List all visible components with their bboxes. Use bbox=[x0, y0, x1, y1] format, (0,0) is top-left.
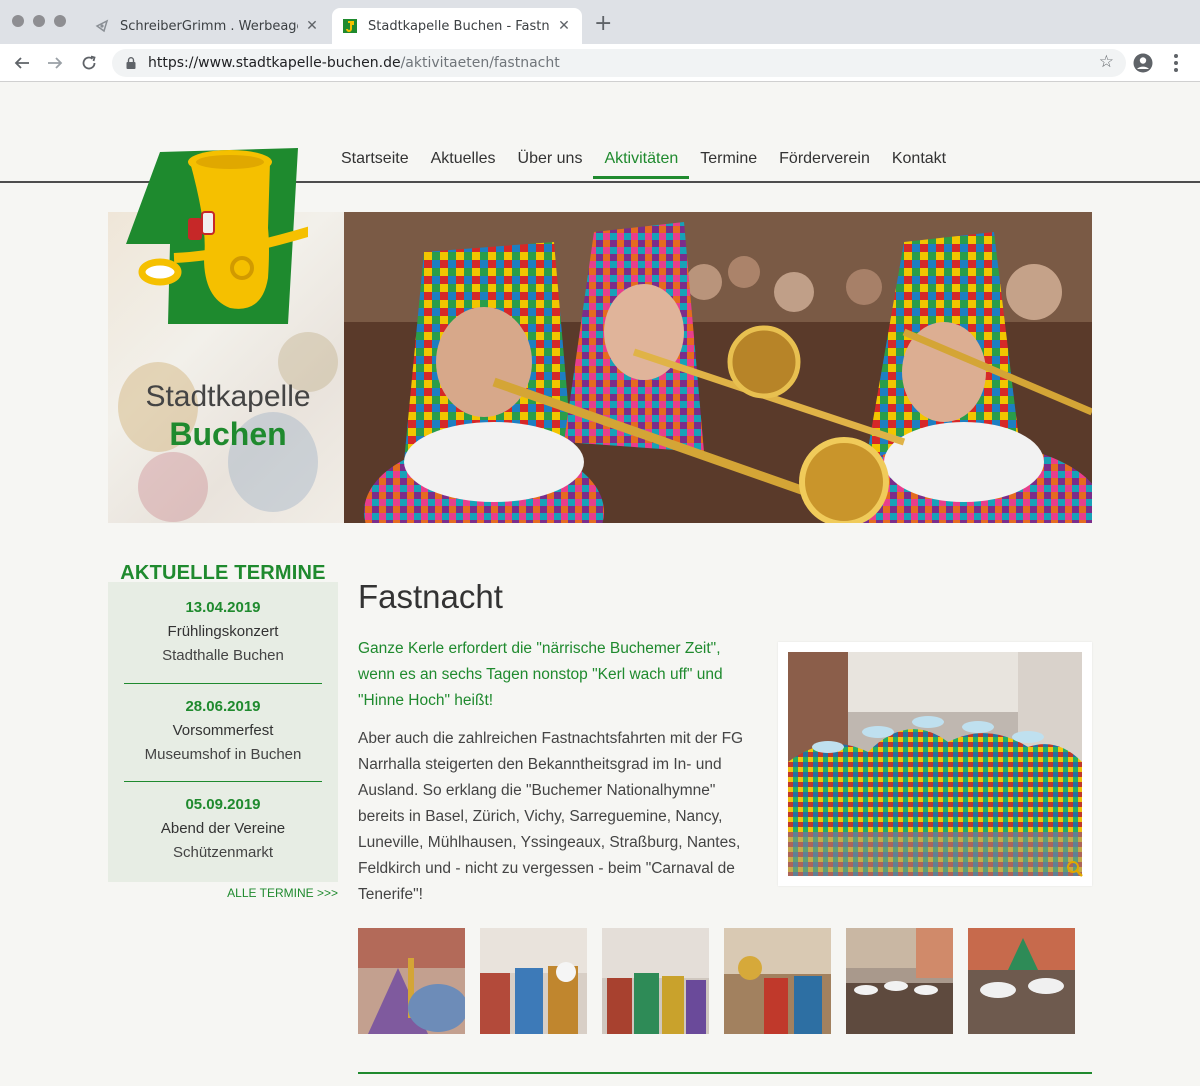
gallery-thumbnail[interactable] bbox=[480, 928, 587, 1034]
tab-schreibergrimm[interactable]: SchreiberGrimm . Werbeagentur ✕ bbox=[84, 8, 330, 44]
hero-photo bbox=[344, 212, 1092, 523]
url-path: /aktivitaeten/fastnacht bbox=[400, 55, 560, 71]
photo-gallery bbox=[358, 928, 1075, 1034]
brand-name-line2: Buchen bbox=[169, 416, 287, 452]
gallery-thumbnail[interactable] bbox=[724, 928, 831, 1034]
profile-icon[interactable] bbox=[1133, 53, 1153, 73]
event-date: 28.06.2019 bbox=[185, 698, 261, 715]
gallery-thumbnail[interactable] bbox=[602, 928, 709, 1034]
gallery-thumbnail[interactable] bbox=[846, 928, 953, 1034]
event-item[interactable]: 28.06.2019 Vorsommerfest Museumshof in B… bbox=[124, 695, 322, 767]
event-item[interactable]: 05.09.2019 Abend der Vereine Schützenmar… bbox=[124, 793, 322, 865]
window-zoom-dot[interactable] bbox=[54, 15, 66, 27]
body-line: bereits in Basel, Zürich, Vichy, Sarregu… bbox=[358, 808, 723, 825]
nav-aktuelles[interactable]: Aktuelles bbox=[420, 148, 507, 180]
reload-icon[interactable] bbox=[78, 52, 100, 74]
body-line: Aber auch die zahlreichen Fastnachtsfahr… bbox=[358, 730, 744, 747]
feature-photo[interactable] bbox=[788, 652, 1082, 876]
address-bar[interactable]: https://www.stadtkapelle-buchen.de/aktiv… bbox=[112, 49, 1126, 77]
nav-ueber-uns[interactable]: Über uns bbox=[507, 148, 594, 180]
tab-close-icon[interactable]: ✕ bbox=[304, 18, 320, 34]
event-name: Vorsommerfest bbox=[172, 722, 274, 739]
brand-name-line1: Stadtkapelle bbox=[145, 380, 311, 413]
forward-icon[interactable] bbox=[44, 52, 66, 74]
nav-startseite[interactable]: Startseite bbox=[330, 148, 420, 180]
event-place: Museumshof in Buchen bbox=[144, 746, 302, 763]
event-name: Frühlingskonzert bbox=[167, 623, 279, 640]
tab-title: Stadtkapelle Buchen - Fastnacht bbox=[368, 18, 550, 34]
event-name: Abend der Vereine bbox=[160, 820, 286, 837]
menu-icon[interactable] bbox=[1170, 52, 1182, 74]
body-line: Luneville, Mühlhausen, Yssingeaux, Straß… bbox=[358, 834, 741, 851]
stadtkapelle-logo[interactable] bbox=[118, 148, 308, 328]
zoom-icon[interactable] bbox=[1066, 860, 1084, 878]
back-icon[interactable] bbox=[11, 52, 33, 74]
browser-toolbar: https://www.stadtkapelle-buchen.de/aktiv… bbox=[0, 44, 1200, 82]
lead-line: Ganze Kerle erfordert die "närrische Buc… bbox=[358, 640, 721, 657]
tab-stadtkapelle[interactable]: Stadtkapelle Buchen - Fastnacht ✕ bbox=[332, 8, 582, 44]
lead-line: "Hinne Hoch" heißt! bbox=[358, 692, 494, 709]
lead-paragraph: Ganze Kerle erfordert die "närrische Buc… bbox=[358, 636, 758, 714]
feature-photo-frame[interactable] bbox=[778, 642, 1092, 886]
event-place: Schützenmarkt bbox=[172, 844, 274, 861]
new-tab-icon[interactable]: + bbox=[594, 11, 612, 36]
body-line: Narrhalla steigerten den Bekanntheitsgra… bbox=[358, 756, 722, 773]
main-navigation: Startseite Aktuelles Über uns Aktivitäte… bbox=[330, 148, 957, 180]
url-host: https://www.stadtkapelle-buchen.de bbox=[148, 55, 401, 71]
event-date: 05.09.2019 bbox=[185, 796, 261, 813]
event-divider bbox=[124, 683, 322, 684]
all-events-link[interactable]: ALLE TERMINE >>> bbox=[108, 886, 338, 900]
events-box: 13.04.2019 Frühlingskonzert Stadthalle B… bbox=[108, 582, 338, 882]
website: Startseite Aktuelles Über uns Aktivitäte… bbox=[0, 82, 1200, 1086]
body-line: Ausland. So erklang die "Buchemer Nation… bbox=[358, 782, 716, 799]
nav-termine[interactable]: Termine bbox=[689, 148, 768, 180]
window-minimize-dot[interactable] bbox=[33, 15, 45, 27]
content-bottom-rule bbox=[358, 1072, 1092, 1074]
body-paragraph: Aber auch die zahlreichen Fastnachtsfahr… bbox=[358, 726, 758, 908]
gallery-thumbnail[interactable] bbox=[968, 928, 1075, 1034]
lead-line: wenn es an sechs Tagen nonstop "Kerl wac… bbox=[358, 666, 723, 683]
agency-favicon-icon bbox=[95, 19, 109, 33]
event-place: Stadthalle Buchen bbox=[162, 647, 284, 664]
tab-title: SchreiberGrimm . Werbeagentur bbox=[120, 18, 298, 34]
nav-aktivitaeten[interactable]: Aktivitäten bbox=[593, 148, 690, 180]
browser-tab-bar: SchreiberGrimm . Werbeagentur ✕ Stadtkap… bbox=[0, 0, 1200, 44]
nav-foerderverein[interactable]: Förderverein bbox=[768, 148, 881, 180]
nav-kontakt[interactable]: Kontakt bbox=[881, 148, 957, 180]
lock-icon bbox=[126, 57, 136, 69]
body-line: Feldkirch und - nicht zu vergessen - bei… bbox=[358, 860, 735, 877]
window-close-dot[interactable] bbox=[12, 15, 24, 27]
body-line: Tenerife"! bbox=[358, 886, 423, 903]
event-item[interactable]: 13.04.2019 Frühlingskonzert Stadthalle B… bbox=[124, 596, 322, 668]
event-divider bbox=[124, 781, 322, 782]
event-date: 13.04.2019 bbox=[185, 599, 261, 616]
page-title: Fastnacht bbox=[358, 578, 503, 615]
star-icon[interactable]: ☆ bbox=[1099, 52, 1114, 72]
stadtkapelle-favicon-icon bbox=[343, 19, 357, 33]
tab-close-icon[interactable]: ✕ bbox=[556, 18, 572, 34]
gallery-thumbnail[interactable] bbox=[358, 928, 465, 1034]
